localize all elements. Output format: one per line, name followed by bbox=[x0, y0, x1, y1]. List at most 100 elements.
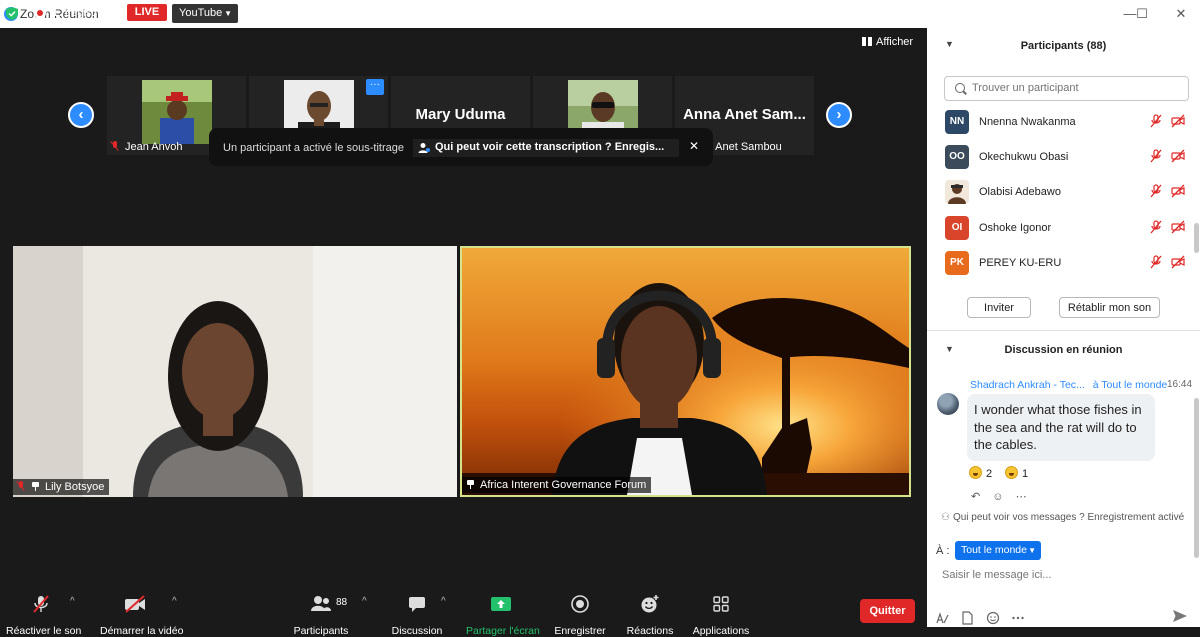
start-video-button[interactable]: Démarrer la vidéo bbox=[100, 594, 183, 637]
gallery-prev-button[interactable]: ‹ bbox=[68, 102, 94, 128]
reactions-button[interactable]: Réactions bbox=[615, 594, 685, 637]
muted-mic-icon bbox=[1150, 184, 1162, 198]
view-button-label: Afficher bbox=[876, 36, 914, 48]
message-sender[interactable]: Shadrach Ankrah - Tec... bbox=[970, 379, 1085, 391]
invite-button[interactable]: Inviter bbox=[967, 297, 1031, 318]
video-tile-left[interactable]: Lily Botsyoe bbox=[13, 246, 457, 497]
participant-name: Oshoke Igonor bbox=[979, 222, 1052, 234]
record-button[interactable]: Enregistrer bbox=[545, 594, 615, 637]
video-off-icon bbox=[1171, 220, 1185, 234]
quit-meeting-button[interactable]: Quitter bbox=[860, 599, 915, 623]
participant-name: PEREY KU-ERU bbox=[979, 257, 1062, 269]
reply-icon[interactable]: ↶ bbox=[971, 490, 980, 503]
video-off-icon bbox=[1171, 184, 1185, 198]
share-screen-button[interactable]: Partager l'écran bbox=[466, 594, 540, 637]
apps-grid-icon bbox=[713, 596, 729, 612]
more-options-icon[interactable] bbox=[1011, 611, 1025, 625]
message-header: Shadrach Ankrah - Tec... à Tout le monde bbox=[970, 379, 1167, 391]
muted-mic-icon bbox=[1150, 220, 1162, 234]
caption-notice-text: Un participant a activé le sous-titrage bbox=[223, 142, 404, 154]
muted-mic-icon bbox=[1150, 149, 1162, 163]
view-button[interactable]: Afficher bbox=[862, 36, 913, 48]
muted-mic-icon bbox=[1150, 255, 1162, 269]
recording-indicator-icon bbox=[34, 7, 46, 19]
message-time: 16:44 bbox=[1167, 379, 1193, 390]
security-shield-icon[interactable] bbox=[6, 7, 18, 20]
share-screen-icon bbox=[491, 597, 511, 611]
audio-options-caret-icon[interactable]: ^ bbox=[70, 596, 75, 607]
add-reaction-icon[interactable]: ☺ bbox=[992, 491, 1003, 503]
search-icon bbox=[955, 83, 965, 93]
close-toast-icon[interactable]: ✕ bbox=[689, 139, 699, 153]
format-text-icon[interactable] bbox=[935, 611, 949, 625]
muted-mic-icon bbox=[17, 481, 25, 491]
caret-down-icon: ▼ bbox=[224, 9, 232, 18]
participant-name: Olabisi Adebawo bbox=[979, 186, 1061, 198]
people-icon bbox=[418, 143, 430, 153]
send-icon[interactable] bbox=[1171, 607, 1189, 625]
gallery-next-button[interactable]: › bbox=[826, 102, 852, 128]
participant-row[interactable]: OI Oshoke Igonor bbox=[945, 215, 1185, 241]
tile-name-big: Anna Anet Sam... bbox=[683, 106, 806, 123]
pin-icon bbox=[466, 480, 475, 489]
participant-search-input[interactable] bbox=[970, 81, 1184, 95]
participant-avatar: PK bbox=[945, 251, 969, 275]
video-options-caret-icon[interactable]: ^ bbox=[172, 596, 177, 607]
participant-row[interactable]: PK PEREY KU-ERU bbox=[945, 250, 1185, 276]
file-icon[interactable] bbox=[960, 611, 974, 625]
participants-icon bbox=[311, 596, 331, 611]
maximize-button[interactable]: ☐ bbox=[1127, 5, 1157, 23]
emoji-icon[interactable] bbox=[986, 611, 1000, 625]
transcript-question: Qui peut voir cette transcription ? Enre… bbox=[435, 141, 665, 153]
close-window-button[interactable]: ✕ bbox=[1166, 5, 1196, 23]
participants-scrollbar[interactable] bbox=[1194, 223, 1199, 253]
more-actions-icon[interactable]: ⋯ bbox=[1016, 490, 1027, 503]
tile-name-big: Mary Uduma bbox=[415, 106, 506, 123]
compose-toolbar bbox=[935, 609, 1032, 627]
video-off-icon bbox=[1171, 114, 1185, 128]
muted-mic-icon bbox=[33, 595, 49, 613]
participant-name: Okechukwu Obasi bbox=[979, 151, 1069, 163]
recipient-dropdown[interactable]: Tout le monde ▼ bbox=[955, 541, 1041, 560]
participant-avatar-photo bbox=[945, 180, 969, 204]
participant-photo bbox=[142, 80, 212, 144]
unmute-button[interactable]: Réactiver le son bbox=[6, 594, 81, 637]
record-icon bbox=[571, 595, 589, 613]
participant-video bbox=[13, 246, 457, 497]
participants-options-caret-icon[interactable]: ^ bbox=[362, 596, 367, 607]
video-tile-active-speaker[interactable]: Africa Interent Governance Forum bbox=[460, 246, 911, 497]
stream-target-dropdown[interactable]: YouTube ▼ bbox=[172, 4, 238, 23]
participant-row[interactable]: NN Nnenna Nwakanma bbox=[945, 109, 1185, 135]
video-name-label: Africa Interent Governance Forum bbox=[462, 477, 652, 493]
participant-row[interactable]: OO Okechukwu Obasi bbox=[945, 144, 1185, 170]
participant-avatar: OO bbox=[945, 145, 969, 169]
recipient-label: À : bbox=[936, 545, 950, 557]
caret-down-icon: ▼ bbox=[1028, 546, 1036, 555]
stream-target-label: YouTube bbox=[179, 7, 223, 19]
chat-panel-title: Discussion en réunion bbox=[1004, 344, 1123, 356]
tile-name: Jean Anvoh bbox=[111, 141, 183, 153]
people-icon: ⚇ bbox=[941, 512, 950, 523]
chat-scrollbar[interactable] bbox=[1194, 398, 1199, 558]
recording-label: Enregistrement bbox=[54, 7, 129, 19]
participant-search[interactable] bbox=[944, 76, 1189, 101]
message-reaction[interactable]: 1 bbox=[1005, 466, 1028, 480]
laughing-emoji-icon bbox=[969, 466, 982, 479]
transcript-visibility-link[interactable]: Qui peut voir cette transcription ? Enre… bbox=[413, 139, 679, 157]
message-bubble[interactable]: I wonder what those fishes in the sea an… bbox=[967, 394, 1155, 461]
panel-divider bbox=[927, 330, 1200, 331]
video-off-icon bbox=[1171, 255, 1185, 269]
chat-message-input[interactable] bbox=[940, 568, 1184, 582]
video-off-icon bbox=[125, 595, 145, 613]
apps-button[interactable]: Applications bbox=[686, 594, 756, 637]
chat-privacy-notice[interactable]: ⚇ Qui peut voir vos messages ? Enregistre… bbox=[941, 512, 1184, 523]
side-panel: ▼ Participants (88) NN Nnenna Nwakanma O… bbox=[927, 28, 1200, 627]
participant-row[interactable]: Olabisi Adebawo bbox=[945, 179, 1185, 205]
reaction-smiley-icon bbox=[641, 595, 659, 613]
grid-view-icon bbox=[862, 37, 872, 46]
chat-options-caret-icon[interactable]: ^ bbox=[441, 596, 446, 607]
message-reaction[interactable]: 2 bbox=[969, 466, 992, 480]
restore-audio-button[interactable]: Rétablir mon son bbox=[1059, 297, 1160, 318]
smiling-emoji-icon bbox=[1005, 466, 1018, 479]
more-options-button[interactable]: ··· bbox=[366, 79, 384, 95]
